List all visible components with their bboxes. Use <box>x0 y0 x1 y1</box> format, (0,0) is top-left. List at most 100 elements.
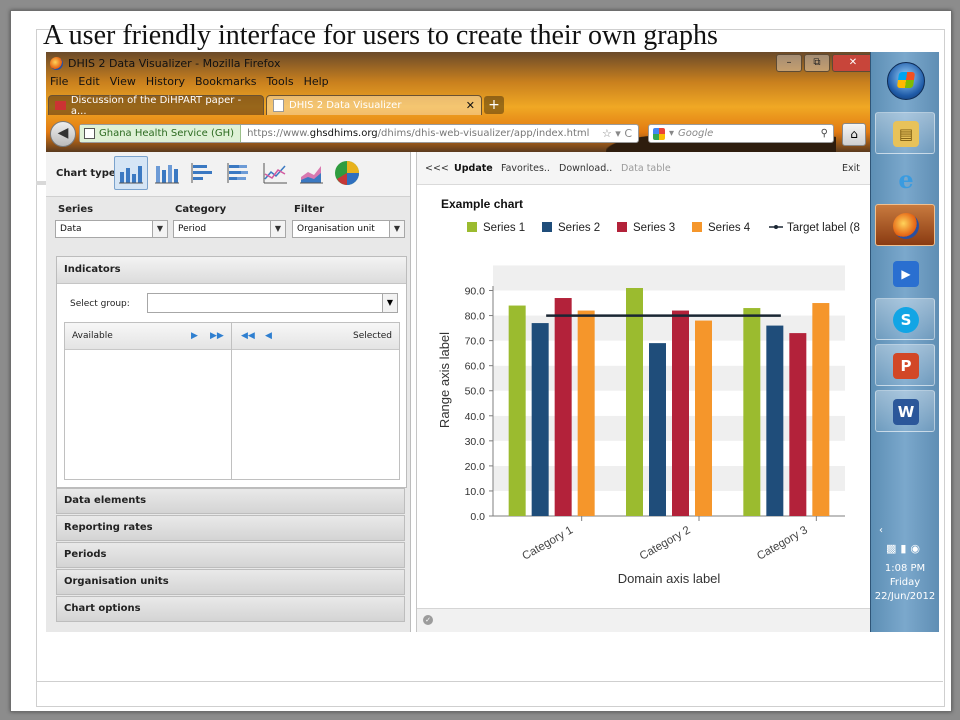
bar <box>743 308 761 516</box>
search-placeholder: Google <box>678 128 714 139</box>
word-icon: W <box>893 399 919 425</box>
stacked-column-button[interactable] <box>150 156 184 190</box>
update-button[interactable]: Update <box>454 163 493 174</box>
tray-icons[interactable]: ▩▮◉ <box>871 542 939 556</box>
window-title: DHIS 2 Data Visualizer - Mozilla Firefox <box>68 56 281 70</box>
search-icon[interactable]: ⚲ <box>821 128 828 139</box>
tab-data-visualizer[interactable]: DHIS 2 Data Visualizer ✕ <box>266 95 482 115</box>
search-box[interactable]: ▾ Google ⚲ <box>648 124 834 143</box>
y-tick-label: 90.0 <box>465 286 486 298</box>
grid-band <box>493 290 845 316</box>
legend-label: Series 1 <box>483 222 525 234</box>
area-chart-icon <box>300 166 323 184</box>
ie-taskbar-button[interactable]: e <box>875 158 935 200</box>
periods-section[interactable]: Periods <box>56 542 405 568</box>
reporting-rates-section[interactable]: Reporting rates <box>56 515 405 541</box>
legend-swatch <box>692 222 702 232</box>
deselect-one-icon[interactable]: ◀ <box>265 323 272 349</box>
close-window-button[interactable]: ✕ <box>832 54 870 72</box>
column-chart-button[interactable] <box>114 156 148 190</box>
word-taskbar-button[interactable]: W <box>875 390 935 432</box>
menu-file[interactable]: File <box>50 75 68 88</box>
powerpoint-taskbar-button[interactable]: P <box>875 344 935 386</box>
y-axis-label: Range axis label <box>437 332 452 428</box>
back-button[interactable]: ◀ <box>50 121 76 147</box>
firefox-icon <box>893 213 919 239</box>
clock-time[interactable]: 1:08 PM <box>871 562 939 576</box>
stacked-column-icon <box>155 165 179 184</box>
menu-bookmarks[interactable]: Bookmarks <box>195 75 256 88</box>
menu-view[interactable]: View <box>110 75 136 88</box>
organisation-units-section[interactable]: Organisation units <box>56 569 405 595</box>
line-chart-button[interactable] <box>258 156 292 190</box>
select-group-dropdown[interactable]: ▼ <box>147 293 398 313</box>
data-elements-section[interactable]: Data elements <box>56 488 405 514</box>
x-tick-label: Category 1 <box>520 524 575 563</box>
y-tick-label: 80.0 <box>465 311 486 323</box>
select-one-icon[interactable]: ▶ <box>191 323 198 349</box>
bar <box>812 303 830 516</box>
filter-select[interactable]: Organisation unit ▼ <box>292 220 405 238</box>
pie-chart-button[interactable] <box>330 156 364 190</box>
google-icon <box>653 127 665 140</box>
search-dropdown-icon[interactable]: ▾ <box>669 128 674 139</box>
status-ok-icon: ✓ <box>423 615 433 625</box>
area-chart-button[interactable] <box>294 156 328 190</box>
deselect-all-icon[interactable]: ◀◀ <box>241 323 255 349</box>
close-tab-icon[interactable]: ✕ <box>466 99 475 112</box>
window-controls: – ⧉ ✕ <box>774 54 870 72</box>
bar <box>672 310 689 516</box>
chevron-down-icon: ▼ <box>270 221 285 237</box>
skype-taskbar-button[interactable]: S <box>875 298 935 340</box>
download-button[interactable]: Download.. <box>559 163 612 174</box>
filter-label: Filter <box>294 204 325 215</box>
stacked-bar-button[interactable] <box>222 156 256 190</box>
datatable-button[interactable]: Data table <box>621 163 671 174</box>
favorites-button[interactable]: Favorites.. <box>501 163 550 174</box>
filter-value: Organisation unit <box>297 224 375 234</box>
menu-tools[interactable]: Tools <box>266 75 293 88</box>
clock-day[interactable]: Friday <box>871 576 939 590</box>
select-all-icon[interactable]: ▶▶ <box>210 323 224 349</box>
chevron-down-icon: ▼ <box>152 221 167 237</box>
bar <box>626 288 643 516</box>
collapse-button[interactable]: <<< <box>425 163 449 174</box>
grid-band <box>493 286 845 291</box>
site-identity-button[interactable]: Ghana Health Service (GH) <box>80 125 242 142</box>
selected-header: ◀◀ ◀ Selected <box>232 323 399 350</box>
firefox-taskbar-button[interactable] <box>875 204 935 246</box>
clock-date[interactable]: 22/Jun/2012 <box>871 590 939 604</box>
start-button[interactable] <box>887 62 925 100</box>
bar <box>766 325 784 516</box>
y-tick-label: 60.0 <box>465 361 486 373</box>
bar-chart-button[interactable] <box>186 156 220 190</box>
maximize-button[interactable]: ⧉ <box>804 54 830 72</box>
series-select[interactable]: Data ▼ <box>55 220 168 238</box>
category-select[interactable]: Period ▼ <box>173 220 286 238</box>
dhis-visualizer-app: Chart type Series Category Filter Data ▼… <box>46 152 870 632</box>
legend-swatch <box>542 222 552 232</box>
url-bar[interactable]: Ghana Health Service (GH) https://www.gh… <box>79 124 639 143</box>
menu-edit[interactable]: Edit <box>78 75 99 88</box>
chart-options-section[interactable]: Chart options <box>56 596 405 622</box>
indicators-header[interactable]: Indicators <box>57 257 406 284</box>
bookmark-star-icon[interactable]: ☆ ▾ C <box>602 127 632 140</box>
chart-type-label: Chart type <box>56 168 116 179</box>
series-value: Data <box>60 224 82 234</box>
media-player-taskbar-button[interactable]: ▶ <box>875 252 935 294</box>
bar <box>531 323 549 516</box>
new-tab-button[interactable]: + <box>484 96 504 114</box>
indicators-panel: Indicators Select group: ▼ Available ▶ ▶… <box>56 256 407 488</box>
folder-icon: ▤ <box>893 121 919 147</box>
windows-taskbar: ▤ e ▶ S P W ‹ ▩▮◉ 1:08 PM Friday 22/Jun/… <box>870 52 939 632</box>
column-chart-icon <box>119 166 143 184</box>
tab-strip: Discussion of the DiHPART paper - a... D… <box>46 93 870 117</box>
tab-discussion[interactable]: Discussion of the DiHPART paper - a... <box>48 95 264 117</box>
gmail-icon <box>55 101 66 110</box>
minimize-button[interactable]: – <box>776 54 802 72</box>
exit-button[interactable]: Exit <box>842 163 860 174</box>
home-button[interactable]: ⌂ <box>842 123 866 146</box>
explorer-taskbar-button[interactable]: ▤ <box>875 112 935 154</box>
menu-help[interactable]: Help <box>304 75 329 88</box>
menu-history[interactable]: History <box>146 75 185 88</box>
